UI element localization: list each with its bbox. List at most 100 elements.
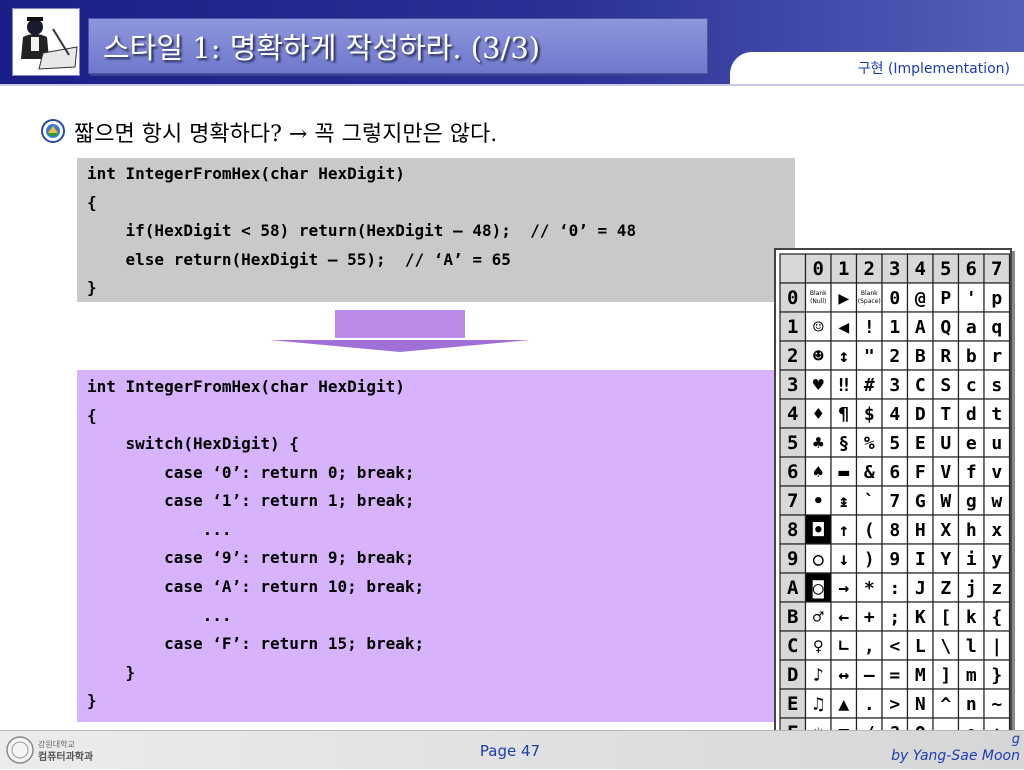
table-cell-text: i <box>966 549 977 570</box>
table-cell-text: 8 <box>889 520 900 541</box>
table-cell-text: z <box>991 578 1002 599</box>
table-cell-text: D <box>915 404 926 425</box>
table-cell-text: ] <box>940 665 951 686</box>
table-cell-text: p <box>991 288 1002 309</box>
section-subtitle: 구현 (Implementation) <box>857 61 1010 77</box>
table-cell-text: ♣ <box>813 433 824 454</box>
table-cell-text: 0 <box>889 288 900 309</box>
table-cell-text: H <box>915 520 926 541</box>
table-cell-text: 4 <box>889 404 900 425</box>
table-cell-text: P <box>940 288 951 309</box>
row-header: 8 <box>787 519 798 541</box>
table-cell-text: % <box>864 433 875 454</box>
table-cell-text: ◘ <box>812 520 825 541</box>
table-cell-text: u <box>991 433 1002 454</box>
footer-logo: 강원대학교 컴퓨터과학과 <box>4 734 104 766</box>
author-credit: by Yang-Sae Moon <box>891 748 1020 764</box>
table-cell-text: ☻ <box>813 346 824 367</box>
table-cell-text: c <box>966 375 977 396</box>
table-cell-text: X <box>940 520 951 541</box>
code-line: } <box>87 663 136 682</box>
code-line: case ‘9’: return 9; break; <box>87 548 415 567</box>
row-header: A <box>787 577 799 599</box>
code-line: ... <box>87 520 232 539</box>
table-cell-text: L <box>915 636 926 657</box>
table-cell-text: ↨ <box>838 491 849 512</box>
col-header: 0 <box>813 258 824 280</box>
code-line: case ‘1’: return 1; break; <box>87 491 415 510</box>
header-divider <box>0 84 1024 86</box>
table-cell-text: E <box>915 433 926 454</box>
down-arrow-icon <box>270 310 530 354</box>
table-cell-text: ‼ <box>838 375 849 396</box>
table-cell-text: ♫ <box>813 694 824 715</box>
table-cell-text: R <box>940 346 951 367</box>
table-cell-text: C <box>915 375 926 396</box>
table-cell-text: Blank <box>861 290 878 297</box>
table-cell-text: [ <box>940 607 951 628</box>
col-header: 6 <box>966 258 977 280</box>
table-corner <box>779 253 807 284</box>
col-header: 3 <box>889 258 900 280</box>
code-line: case ‘F’: return 15; break; <box>87 634 425 653</box>
table-cell-text: . <box>864 694 875 715</box>
table-cell-text: 3 <box>889 375 900 396</box>
table-cell-text: s <box>991 375 1002 396</box>
code-line: if(HexDigit < 58) return(HexDigit – 48);… <box>87 221 637 240</box>
table-cell-text: k <box>966 607 977 628</box>
table-cell-text: ○ <box>813 549 824 570</box>
table-cell-text: A <box>915 317 926 338</box>
table-cell-text: , <box>864 636 875 657</box>
table-cell-text: & <box>864 462 875 483</box>
table-cell-text: W <box>940 491 951 512</box>
table-cell-text: # <box>864 375 875 396</box>
table-cell-text: F <box>915 462 926 483</box>
table-cell-text: x <box>991 520 1002 541</box>
table-cell-text: ◙ <box>812 578 824 599</box>
table-cell-text: M <box>915 665 926 686</box>
table-cell-text: ¶ <box>838 404 849 425</box>
table-cell-text: ♀ <box>813 636 824 657</box>
row-header: 3 <box>787 374 798 396</box>
col-header: 4 <box>915 258 926 280</box>
table-cell-text: * <box>864 578 875 599</box>
table-cell-text: ♥ <box>813 375 824 396</box>
table-cell-text: Z <box>940 578 951 599</box>
footer-partial-text: g <box>1011 732 1020 746</box>
person-at-desk-icon <box>12 8 80 76</box>
table-cell-text: 9 <box>889 549 900 570</box>
table-cell-text: (Null) <box>810 298 826 305</box>
table-cell-text: ☺ <box>813 317 824 338</box>
code-line: else return(HexDigit – 55); // ‘A’ = 65 <box>87 250 511 269</box>
code-line: ... <box>87 606 232 625</box>
row-header: 9 <box>787 548 798 570</box>
table-cell-text: ▲ <box>838 694 849 715</box>
table-cell-text: V <box>940 462 951 483</box>
table-cell-text: K <box>915 607 926 628</box>
table-cell-text: 2 <box>889 346 900 367</box>
table-cell-text: n <box>966 694 977 715</box>
table-cell-text: y <box>991 549 1002 570</box>
footer-logo-line2: 컴퓨터과학과 <box>38 750 94 763</box>
table-cell-text: q <box>991 317 1002 338</box>
table-cell-text: ♂ <box>813 607 824 628</box>
row-header: 2 <box>787 345 798 367</box>
table-cell-text: | <box>991 636 1002 657</box>
table-cell-text: ↑ <box>838 520 849 541</box>
table-cell-text: ∟ <box>838 636 849 657</box>
table-cell-text: • <box>813 491 824 512</box>
table-cell-text: ^ <box>940 694 951 715</box>
table-cell-text: > <box>889 694 900 715</box>
col-header: 5 <box>940 258 951 280</box>
code-block-before: int IntegerFromHex(char HexDigit) { if(H… <box>77 158 795 302</box>
table-cell-text: S <box>940 375 951 396</box>
table-cell-text: ▶ <box>838 288 849 309</box>
bullet-text: 짧으면 항시 명확하다? → 꼭 그렇지만은 않다. <box>74 122 498 147</box>
table-cell-text: g <box>966 491 977 512</box>
table-cell-text: ♪ <box>813 665 824 686</box>
table-cell-text: T <box>940 404 951 425</box>
table-cell-text: ) <box>864 549 875 570</box>
table-cell-text: \ <box>940 636 951 657</box>
table-cell-text: j <box>966 578 977 599</box>
table-cell-text: ( <box>864 520 875 541</box>
